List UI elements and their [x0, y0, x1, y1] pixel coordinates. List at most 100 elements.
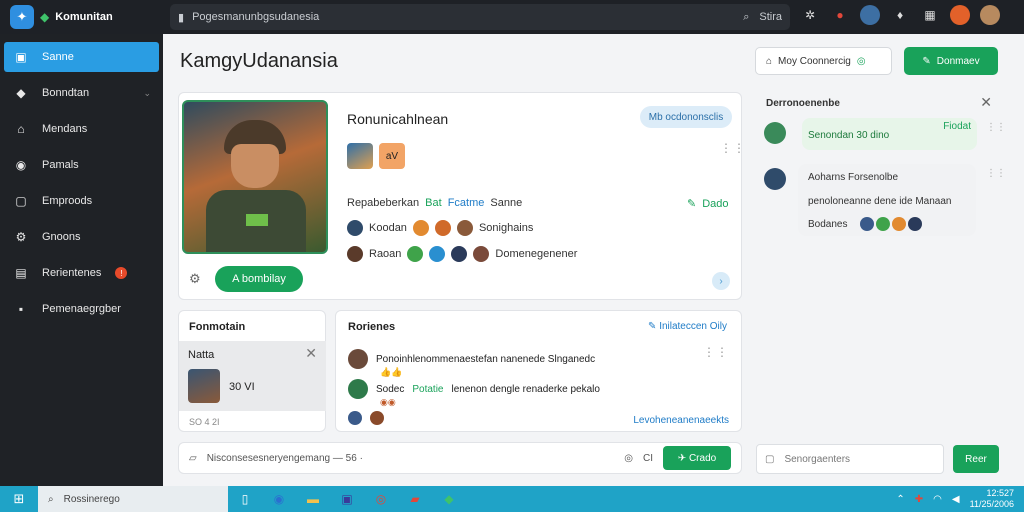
activity-link[interactable]: ✎ Inilateccen Oily — [648, 321, 727, 332]
profile-edit-link[interactable]: ✎ Dado — [687, 197, 729, 211]
sidebar-item-home[interactable]: ▣ Sanne — [4, 42, 159, 72]
chat-message-incoming[interactable]: Aoharns Forsenolbe penoloneanne dene ide… — [798, 164, 976, 236]
volume-icon[interactable]: ◀ — [952, 494, 960, 505]
follower-avatar[interactable] — [429, 246, 446, 262]
message-options-icon[interactable]: ⋮⋮ — [986, 122, 1006, 133]
chat-message-outgoing[interactable]: Fiodat Senondan 30 dino — [802, 118, 977, 150]
chat-input[interactable]: ▢ Senorgaenters — [756, 444, 944, 474]
clock-date: 11/25/2006 — [969, 499, 1014, 509]
follow-button[interactable]: A bombilay — [215, 266, 303, 292]
button-label: Donmaev — [936, 55, 980, 67]
message-reactions[interactable] — [860, 217, 922, 231]
chevron-down-icon: ⌄ — [143, 87, 151, 98]
member-avatar[interactable] — [456, 220, 473, 236]
member-avatar[interactable] — [434, 220, 451, 236]
sidebar-item-events[interactable]: ▢ Emproods — [4, 186, 159, 216]
activity-avatars — [348, 411, 384, 425]
post-button[interactable]: ✈ Crado — [663, 446, 731, 470]
profile-name: Ronunicahlnean — [347, 111, 449, 127]
chat-avatar[interactable] — [764, 168, 786, 190]
sidebar-item-members[interactable]: ⌂ Mendans — [4, 114, 159, 144]
reaction-icons[interactable]: ◉◉ — [380, 397, 396, 408]
sidebar-item-posts[interactable]: ◉ Pamals — [4, 150, 159, 180]
more-options-icon[interactable]: ⋮⋮ — [703, 345, 729, 359]
edge-icon[interactable]: ◉ — [262, 486, 296, 512]
chrome-icon[interactable]: ◎ — [364, 486, 398, 512]
load-more-link[interactable]: Levoheneanenaeekts — [633, 415, 729, 426]
profile-avatar[interactable] — [182, 100, 328, 254]
attach-icon[interactable]: ▱ — [189, 453, 197, 464]
follower-avatar[interactable] — [407, 246, 424, 262]
app-taskbar-icon[interactable]: ◆ — [432, 486, 466, 512]
folder-icon[interactable]: ▬ — [296, 486, 330, 512]
sidebar-item-groups[interactable]: ◆ Bonndtan ⌄ — [4, 78, 159, 108]
mic-icon[interactable]: ▯ — [228, 486, 262, 512]
user-avatar-icon[interactable] — [860, 5, 880, 25]
reaction-avatar[interactable] — [370, 411, 384, 425]
grid-icon[interactable]: ▦ — [920, 5, 940, 25]
follower-avatar[interactable] — [473, 246, 490, 262]
profile-badge-icon[interactable] — [950, 5, 970, 25]
address-bar[interactable]: ▮ Pogesmanunbgsudanesia ⌕ Stira — [170, 4, 790, 30]
close-icon[interactable]: ✕ — [305, 345, 317, 362]
follower-avatar[interactable] — [451, 246, 468, 262]
search-icon: ⌕ — [48, 493, 54, 505]
my-connections-button[interactable]: ⌂ Moy Coonnercig ◎ — [755, 47, 892, 75]
info-green[interactable]: Bat — [425, 197, 442, 209]
composer-input[interactable]: Nisconsesesneryengemang — 56 · — [207, 453, 363, 464]
clock-time: 12:527 — [986, 488, 1014, 498]
mini-avatar[interactable] — [347, 143, 373, 169]
top-icons: ✲ ● ♦ ▦ — [800, 5, 1000, 25]
sidebar-item-references[interactable]: ▤ Rerientenes ! — [4, 258, 159, 288]
emoji-icon[interactable]: ◎ — [624, 453, 633, 464]
info-blue[interactable]: Fcatme — [448, 197, 485, 209]
like-icons[interactable]: 👍👍 — [380, 367, 402, 378]
settings-icon[interactable]: ⚙ — [189, 271, 201, 287]
wifi-icon[interactable]: ◠ — [933, 494, 942, 505]
activity-avatar — [348, 379, 368, 399]
alert-icon[interactable]: ✚ — [915, 494, 923, 505]
book-icon: ▤ — [15, 266, 27, 280]
chat-avatar[interactable] — [764, 122, 786, 144]
search-icon[interactable]: ⌕ — [743, 11, 749, 24]
activity-text: lenenon dengle renaderke pekalo — [451, 383, 600, 395]
message-time: Fiodat — [943, 121, 971, 132]
windows-start-icon[interactable]: ⊞ — [0, 486, 38, 512]
bell-icon[interactable]: ♦ — [890, 5, 910, 25]
office-icon[interactable]: ▰ — [398, 486, 432, 512]
member-avatar[interactable] — [347, 220, 363, 236]
sidebar-item-label: Rerientenes — [42, 267, 102, 279]
account-avatar[interactable] — [980, 5, 1000, 25]
sidebar-item-label: Emproods — [42, 195, 93, 207]
donate-button[interactable]: ✎ Donmaev — [904, 47, 998, 75]
notification-icon[interactable]: ● — [830, 5, 850, 25]
store-icon[interactable]: ▣ — [330, 486, 364, 512]
friend-popup[interactable]: Natta ✕ 30 VI — [179, 341, 326, 411]
attach-icon[interactable]: ▢ — [765, 454, 774, 465]
edit-icon: ✎ — [687, 198, 697, 210]
sidebar-item-manager[interactable]: ▪ Pemenaegrgber — [4, 294, 159, 324]
chevron-up-icon[interactable]: ⌃ — [896, 494, 904, 505]
activity-row[interactable]: Ponoinhlenommenaestefan nanenede Slngane… — [348, 349, 595, 369]
friend-thumbnail[interactable] — [188, 369, 220, 403]
chat-send-button[interactable]: Reer — [953, 445, 999, 473]
follower-avatar[interactable] — [347, 246, 363, 262]
mini-label-badge[interactable]: aV — [379, 143, 405, 169]
more-options-icon[interactable]: ⋮⋮ — [720, 141, 746, 155]
search-label[interactable]: Stira — [759, 11, 782, 23]
taskbar-search[interactable]: ⌕ Rossinerego — [38, 486, 228, 512]
message-text: Senondan 30 dino — [808, 130, 890, 141]
close-icon[interactable]: ✕ — [980, 94, 992, 111]
sidebar-item-settings[interactable]: ⚙ Gnoons — [4, 222, 159, 252]
extension-icon[interactable]: ✲ — [800, 5, 820, 25]
profile-tag[interactable]: Mb ocdononsclis — [640, 106, 732, 128]
activity-row[interactable]: Sodec Potatie lenenon dengle renaderke p… — [348, 379, 600, 399]
brand[interactable]: ✦ ◆ Komunitan — [0, 5, 163, 29]
info-circle-icon[interactable]: › — [712, 272, 730, 290]
clock[interactable]: 12:527 11/25/2006 — [970, 488, 1014, 510]
activity-tag[interactable]: Potatie — [412, 384, 443, 395]
message-options-icon[interactable]: ⋮⋮ — [986, 168, 1006, 179]
member-avatar[interactable] — [412, 220, 429, 236]
reaction-avatar[interactable] — [348, 411, 362, 425]
taskbar-search-placeholder: Rossinerego — [63, 493, 120, 505]
